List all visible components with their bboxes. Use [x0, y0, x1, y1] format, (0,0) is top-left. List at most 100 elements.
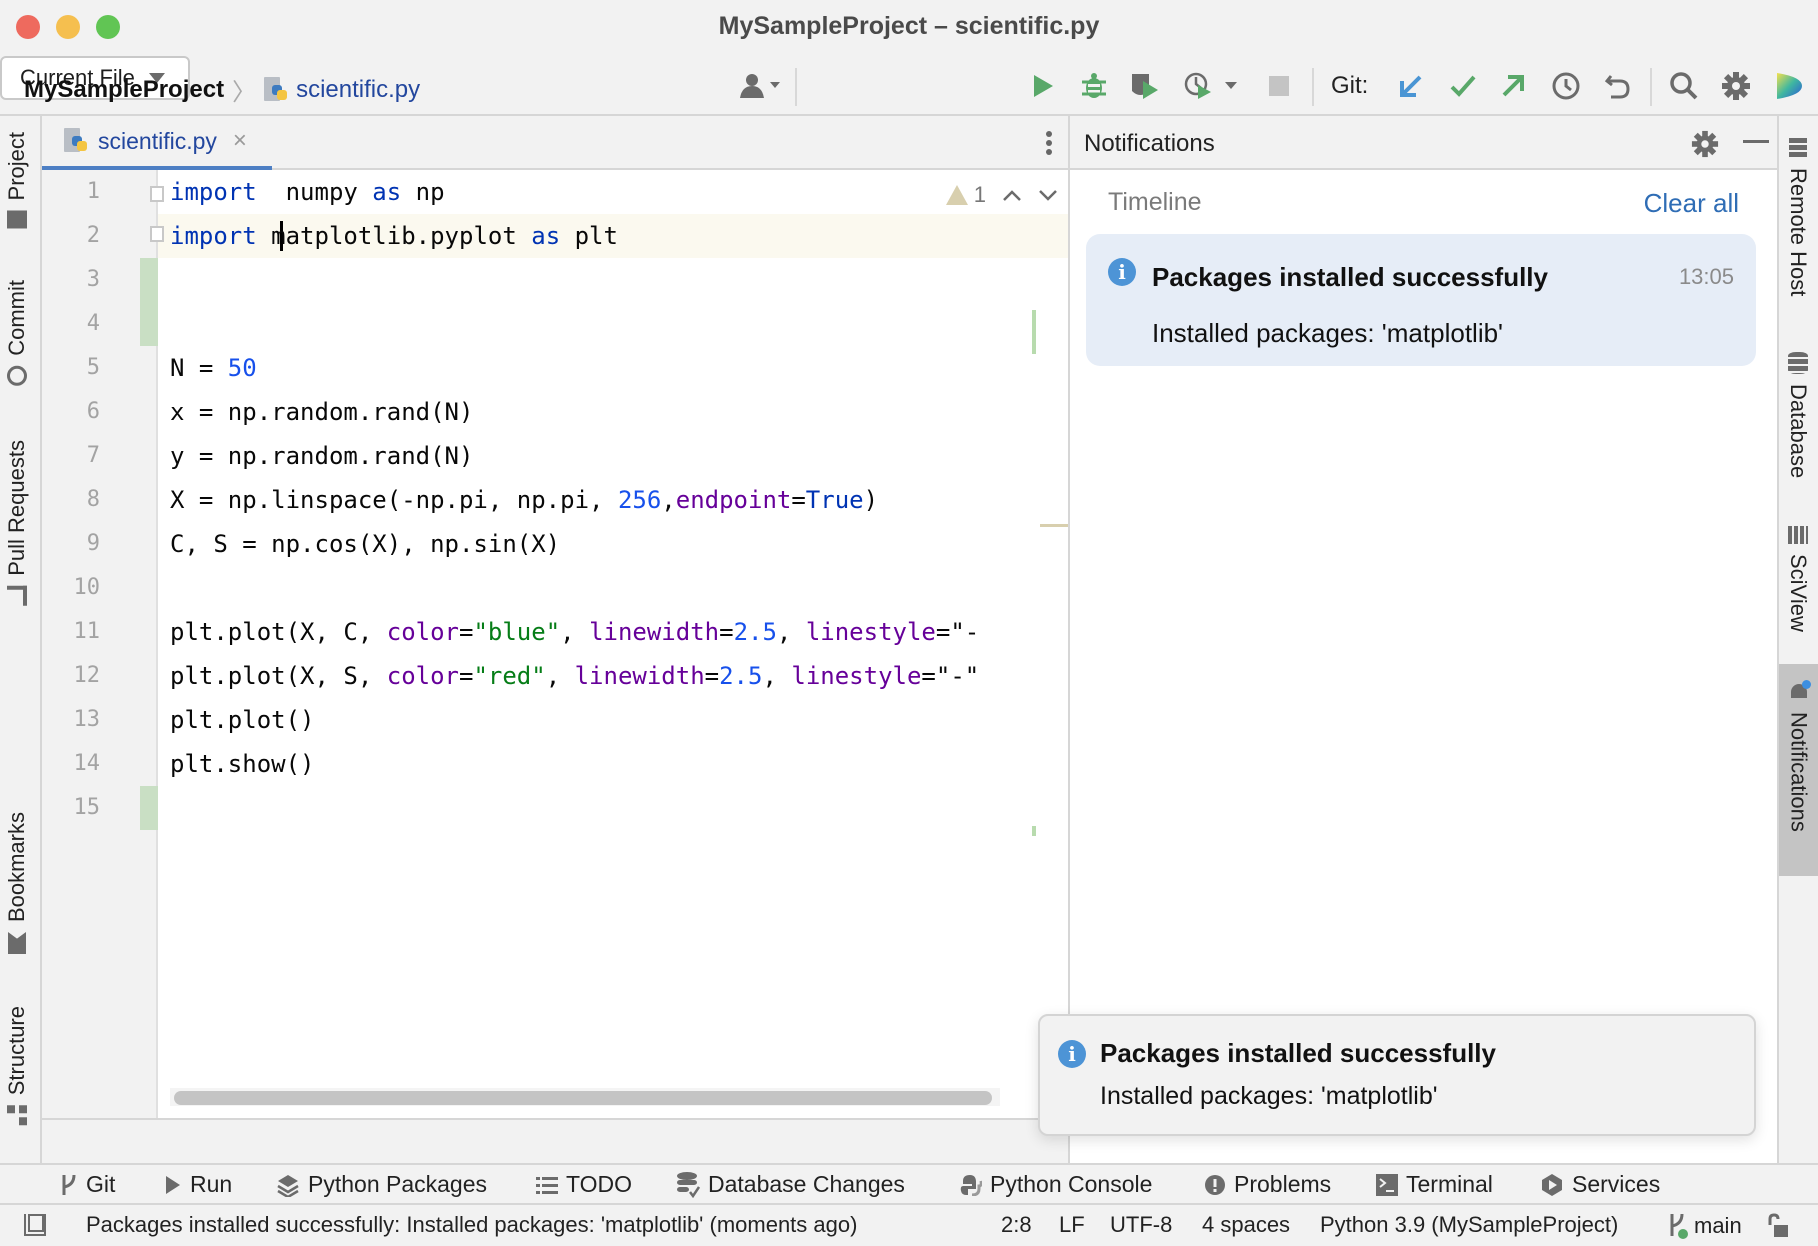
run-with-coverage-button[interactable]: [1128, 66, 1162, 106]
tool-tab-bookmarks[interactable]: Bookmarks: [4, 812, 30, 954]
tool-tab-structure[interactable]: Structure: [4, 1006, 30, 1126]
tool-tab-remote-host[interactable]: Remote Host: [1785, 138, 1811, 296]
profile-button[interactable]: [1182, 66, 1242, 106]
info-icon: i: [1108, 258, 1136, 286]
user-menu-button[interactable]: [732, 66, 788, 106]
code-token: =: [791, 486, 806, 514]
close-icon[interactable]: ×: [233, 127, 247, 155]
git-branch-widget[interactable]: main: [1668, 1212, 1742, 1240]
commit-icon: [7, 365, 27, 386]
line-number[interactable]: 6: [42, 390, 100, 434]
tab-scientific-py[interactable]: scientific.py ×: [42, 116, 272, 170]
line-number[interactable]: 1: [42, 170, 100, 214]
run-button[interactable]: [1028, 66, 1058, 106]
git-history-button[interactable]: [1550, 66, 1582, 106]
tool-window-database-changes[interactable]: Database Changes: [676, 1171, 905, 1198]
tool-window-label: Python Console: [990, 1171, 1153, 1197]
tool-tab-database[interactable]: Database: [1785, 352, 1811, 478]
error-stripe-mark[interactable]: [1032, 826, 1036, 836]
error-stripe-mark[interactable]: [1032, 310, 1036, 354]
line-number[interactable]: 11: [42, 610, 101, 654]
warning-stripe-mark[interactable]: [1040, 524, 1068, 527]
gear-icon[interactable]: [1691, 130, 1719, 158]
python-interpreter[interactable]: Python 3.9 (MySampleProject): [1320, 1212, 1618, 1238]
code-token: True: [805, 486, 864, 514]
line-separator[interactable]: LF: [1059, 1212, 1085, 1238]
code-token: matplotlib.pyplot: [256, 222, 532, 250]
line-number[interactable]: 3: [42, 258, 100, 302]
breadcrumb-project[interactable]: MySampleProject: [24, 76, 224, 104]
chevron-up-icon[interactable]: [1002, 188, 1022, 202]
tool-tab-pull-requests[interactable]: Pull Requests: [4, 440, 30, 606]
vcs-change-marker[interactable]: [140, 786, 158, 830]
code-token: 2.5: [733, 618, 777, 646]
folder-icon: [7, 210, 27, 229]
tool-window-python-console[interactable]: Python Console: [960, 1171, 1152, 1198]
window-title: MySampleProject – scientific.py: [718, 12, 1100, 40]
code-token: N =: [170, 354, 228, 382]
tool-window-python-packages[interactable]: Python Packages: [276, 1171, 487, 1198]
git-commit-button[interactable]: [1448, 66, 1478, 106]
caret-position[interactable]: 2:8: [1001, 1212, 1032, 1238]
lock-open-icon[interactable]: [1766, 1213, 1790, 1239]
clear-all-link[interactable]: Clear all: [1644, 188, 1739, 219]
run-icon: [1034, 75, 1053, 97]
notification-balloon[interactable]: i Packages installed successfully Instal…: [1038, 1014, 1756, 1136]
vcs-change-marker[interactable]: [140, 258, 158, 346]
line-number[interactable]: 9: [42, 522, 100, 566]
file-encoding[interactable]: UTF-8: [1110, 1212, 1172, 1238]
stop-button[interactable]: [1266, 66, 1292, 106]
line-number[interactable]: 13: [42, 698, 101, 742]
chevron-down-icon[interactable]: [1038, 188, 1058, 202]
tool-tab-notifications[interactable]: Notifications: [1779, 664, 1818, 876]
search-everywhere-button[interactable]: [1668, 66, 1700, 106]
tool-window-todo[interactable]: TODO: [536, 1171, 632, 1198]
scrollbar-thumb[interactable]: [174, 1091, 992, 1105]
code-token: np: [401, 178, 445, 206]
more-options-button[interactable]: [1046, 128, 1054, 158]
tool-window-services[interactable]: Services: [1540, 1171, 1660, 1198]
line-number[interactable]: 14: [42, 742, 101, 786]
tool-window-terminal[interactable]: Terminal: [1376, 1171, 1493, 1198]
fold-marker[interactable]: [150, 186, 164, 202]
status-message[interactable]: Packages installed successfully: Install…: [86, 1212, 857, 1238]
code-token: plt.plot(X, S,: [170, 662, 387, 690]
notification-title: Packages installed successfully: [1152, 262, 1548, 292]
line-number[interactable]: 10: [42, 566, 101, 610]
line-number[interactable]: 4: [42, 302, 100, 346]
code-line: plt.plot(X, C, color="blue", linewidth=2…: [170, 610, 979, 654]
tool-tab-project[interactable]: Project: [4, 132, 30, 229]
code-token: linewidth: [589, 618, 720, 646]
line-number[interactable]: 7: [42, 434, 100, 478]
tool-window-run[interactable]: Run: [164, 1171, 232, 1198]
line-number[interactable]: 5: [42, 346, 100, 390]
rollback-button[interactable]: [1602, 66, 1634, 106]
bookmark-icon: [8, 932, 26, 954]
minimize-panel-button[interactable]: [1743, 140, 1769, 143]
code-editor[interactable]: 1 1 import numpy as np 2 import matplotlib.…: [42, 170, 1068, 1118]
fold-marker[interactable]: [150, 226, 164, 242]
services-icon: [1542, 1173, 1562, 1196]
debug-button[interactable]: [1078, 66, 1110, 106]
code-token: as: [531, 222, 561, 250]
tool-window-label: Problems: [1234, 1171, 1332, 1197]
line-number[interactable]: 15: [42, 786, 101, 830]
horizontal-scrollbar[interactable]: [170, 1088, 1000, 1106]
tool-window-git[interactable]: Git: [60, 1171, 115, 1198]
tool-tab-sciview[interactable]: SciView: [1785, 526, 1811, 632]
tool-window-problems[interactable]: Problems: [1204, 1171, 1331, 1198]
tool-tab-commit[interactable]: Commit: [4, 280, 30, 386]
git-update-button[interactable]: [1396, 66, 1426, 106]
history-icon: [1552, 72, 1580, 100]
line-number[interactable]: 8: [42, 478, 100, 522]
inspection-widget[interactable]: 1: [945, 182, 1058, 208]
line-number[interactable]: 2: [42, 214, 100, 258]
notification-item[interactable]: i Packages installed successfully 13:05 …: [1086, 234, 1756, 366]
git-push-button[interactable]: [1498, 66, 1528, 106]
indent-setting[interactable]: 4 spaces: [1202, 1212, 1290, 1238]
toggle-tool-windows-button[interactable]: [24, 1214, 46, 1236]
ai-assistant-button[interactable]: [1772, 66, 1806, 106]
settings-button[interactable]: [1720, 66, 1752, 106]
line-number[interactable]: 12: [42, 654, 101, 698]
breadcrumb-file[interactable]: scientific.py: [296, 76, 420, 104]
